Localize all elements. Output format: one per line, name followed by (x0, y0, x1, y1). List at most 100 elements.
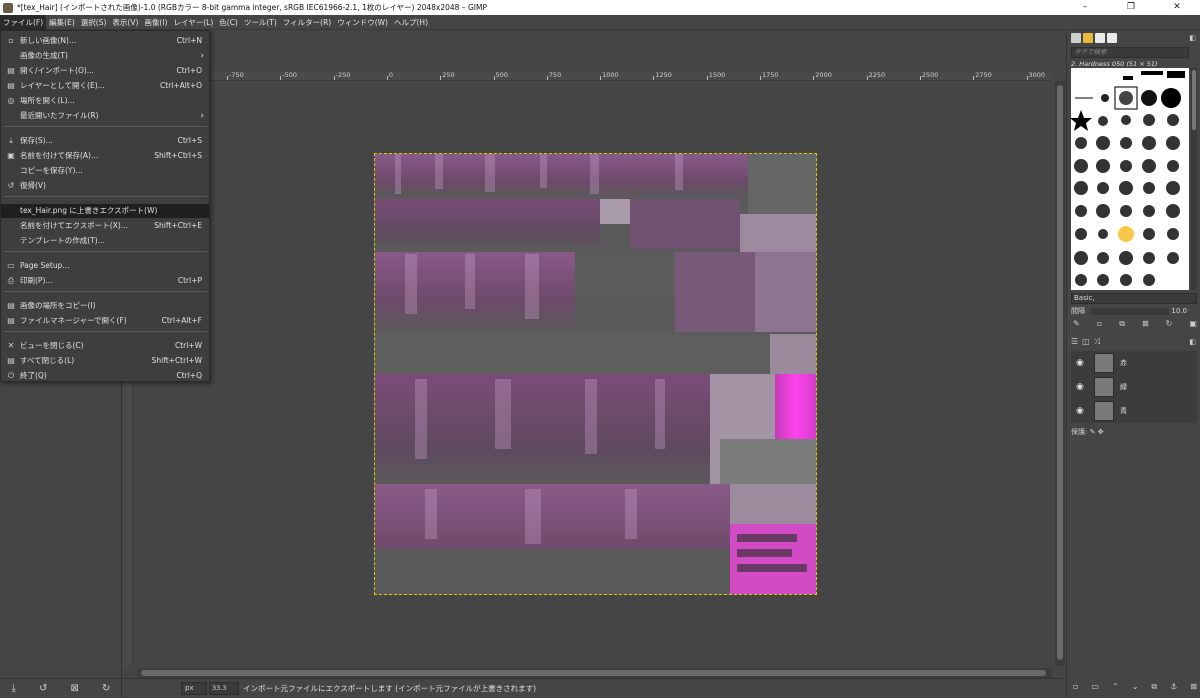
file-menu-item[interactable]: ▣ 名前を付けて保存(A)... Shift+Ctrl+S (1, 149, 209, 163)
ruler-tick (1026, 76, 1028, 80)
horizontal-ruler: -750 -500 -250 0 250 500 750 1000 1250 1500 1750 20… (137, 71, 1052, 81)
menu-edit[interactable]: 編集(E) (46, 15, 78, 30)
delete-layer-icon[interactable]: ⊠ (1190, 682, 1197, 694)
file-menu-item-label: 名前を付けて保存(A)... (20, 151, 99, 160)
file-menu-shortcut: Ctrl+Alt+F (161, 316, 202, 325)
file-menu-item[interactable]: ◎ 場所を開く(L)... (1, 94, 209, 108)
help-tab-icon[interactable] (1107, 33, 1117, 43)
spacing-value[interactable]: 10.0 (1171, 306, 1187, 317)
menu-tools[interactable]: ツール(T) (241, 15, 280, 30)
brush-preset-combo[interactable]: Basic, (1071, 293, 1197, 304)
raise-layer-icon[interactable]: ⌃ (1112, 682, 1119, 694)
visibility-eye-icon[interactable]: ◉ (1076, 382, 1084, 392)
horizontal-scrollbar[interactable] (137, 668, 1052, 678)
file-menu-item[interactable]: コピーを保存(Y)... (1, 164, 209, 178)
new-layer-icon[interactable]: ▫ (1073, 682, 1078, 694)
file-menu-item[interactable]: ▤ 開く/インポート(O)... Ctrl+O (1, 64, 209, 78)
file-menu-item[interactable]: 名前を付けてエクスポート(X)... Shift+Ctrl+E (1, 219, 209, 233)
brush-grid[interactable] (1071, 68, 1189, 290)
spacing-slider[interactable] (1091, 308, 1169, 315)
fonts-tab-icon[interactable] (1095, 33, 1105, 43)
file-menu-item[interactable]: ⎙ 印刷(P)... Ctrl+P (1, 274, 209, 288)
menu-view[interactable]: 表示(V) (109, 15, 141, 30)
lower-layer-icon[interactable]: ⌄ (1132, 682, 1139, 694)
save-tool-preset-icon[interactable]: ⤓ (12, 683, 16, 694)
new-image-icon: ▫ (8, 36, 14, 45)
menu-image[interactable]: 画像(I) (141, 15, 170, 30)
ruler-tick (866, 76, 868, 80)
file-menu-item[interactable]: ▤ レイヤーとして開く(E)... Ctrl+Alt+O (1, 79, 209, 93)
visibility-eye-icon[interactable]: ◉ (1076, 358, 1084, 368)
file-menu-item-label: 名前を付けてエクスポート(X)... (20, 221, 128, 230)
file-menu-item[interactable]: ✕ ビューを閉じる(C) Ctrl+W (1, 339, 209, 353)
duplicate-brush-icon[interactable]: ⧉ (1119, 319, 1125, 331)
file-menu-item[interactable]: テンプレートの作成(T)... (1, 234, 209, 248)
menu-layer[interactable]: レイヤー(L) (170, 15, 216, 30)
menu-file[interactable]: ファイル(F) (0, 14, 47, 30)
ruler-tick-label: 1500 (708, 71, 726, 79)
ruler-tick-label: 250 (442, 71, 455, 79)
open-icon: ▤ (7, 66, 15, 75)
file-menu-item[interactable]: 画像の生成(T) › (1, 49, 209, 63)
layers-dock-menu-icon[interactable]: ◧ (1189, 338, 1196, 346)
vertical-scrollbar[interactable] (1055, 81, 1065, 666)
new-brush-icon[interactable]: ▫ (1097, 319, 1102, 331)
menu-help[interactable]: ヘルプ(H) (391, 15, 431, 30)
image-canvas[interactable] (374, 153, 817, 595)
visibility-eye-icon[interactable]: ◉ (1076, 406, 1084, 416)
zoom-selector[interactable]: 33.3 (209, 682, 239, 695)
file-menu-item[interactable]: ▭ Page Setup... (1, 259, 209, 273)
minimize-button[interactable]: – (1062, 0, 1108, 15)
file-menu-item[interactable]: 最近開いたファイル(R) › (1, 109, 209, 123)
unit-selector[interactable]: px (181, 682, 207, 695)
ruler-tick-label: 1000 (602, 71, 619, 79)
file-menu-item[interactable]: ⏻ 終了(Q) Ctrl+Q (1, 369, 209, 383)
layer-row[interactable]: ◉ 青 (1071, 399, 1197, 423)
file-menu-item[interactable]: ⤓ 保存(S)... Ctrl+S (1, 134, 209, 148)
paths-tab-icon[interactable]: ⤨ (1094, 337, 1100, 349)
brush-as-image-icon[interactable]: ▣ (1189, 319, 1197, 331)
edit-brush-icon[interactable]: ✎ (1073, 319, 1080, 331)
refresh-brushes-icon[interactable]: ↻ (1166, 319, 1173, 331)
lock-pixels-icon[interactable]: ✎ (1090, 428, 1096, 436)
brush-tag-search[interactable]: タグで検索 (1071, 47, 1189, 58)
restore-tool-preset-icon[interactable]: ↺ (39, 683, 47, 694)
file-menu-item[interactable]: ▫ 新しい画像(N)... Ctrl+N (1, 34, 209, 48)
file-menu-item[interactable]: ▤ 画像の場所をコピー(I) (1, 299, 209, 313)
title-bar: *[tex_Hair] (インポートされた画像)-1.0 (RGBカラー 8-b… (0, 0, 1200, 15)
ruler-tick (227, 76, 228, 80)
file-menu-item[interactable]: ↺ 復帰(V) (1, 179, 209, 193)
new-layer-group-icon[interactable]: ▭ (1091, 682, 1099, 694)
layer-row[interactable]: ◉ 赤 (1071, 351, 1197, 375)
file-menu-item[interactable]: ▤ すべて閉じる(L) Shift+Ctrl+W (1, 354, 209, 368)
brush-grid-scrollbar[interactable] (1191, 68, 1197, 290)
anchor-layer-icon[interactable]: ⚓ (1170, 682, 1177, 694)
menu-filters[interactable]: フィルター(R) (280, 15, 334, 30)
file-menu-item[interactable]: ▤ ファイルマネージャーで開く(F) Ctrl+Alt+F (1, 314, 209, 328)
brush-grid-scroll-thumb[interactable] (1192, 70, 1196, 130)
right-dock: ◧ タグで検索 2. Hardness 050 (51 × 51) Basic,… (1066, 31, 1200, 698)
lock-position-icon[interactable]: ✥ (1098, 428, 1104, 436)
file-menu-item[interactable]: tex_Hair.png に上書きエクスポート(W) (1, 204, 209, 218)
channels-tab-icon[interactable]: ◫ (1082, 337, 1090, 349)
close-window-button[interactable]: ✕ (1154, 0, 1200, 15)
vertical-scroll-thumb[interactable] (1057, 85, 1063, 660)
delete-tool-preset-icon[interactable]: ⊠ (71, 683, 79, 694)
menu-colors[interactable]: 色(C) (216, 15, 241, 30)
menu-windows[interactable]: ウィンドウ(W) (334, 15, 391, 30)
ruler-tick (760, 76, 761, 80)
layer-row[interactable]: ◉ 緑 (1071, 375, 1197, 399)
patterns-tab-icon[interactable] (1083, 33, 1093, 43)
ruler-tick (706, 76, 708, 80)
layer-thumbnail (1094, 377, 1114, 397)
brushes-tab-icon[interactable] (1071, 33, 1081, 43)
duplicate-layer-icon[interactable]: ⧉ (1151, 682, 1157, 694)
maximize-button[interactable]: ❐ (1108, 0, 1154, 15)
layers-tab-icon[interactable]: ☰ (1071, 337, 1078, 349)
reset-tool-icon[interactable]: ↻ (102, 683, 110, 694)
file-menu-item-label: ファイルマネージャーで開く(F) (20, 316, 127, 325)
dock-menu-icon[interactable]: ◧ (1189, 34, 1196, 42)
menu-select[interactable]: 選択(S) (78, 15, 110, 30)
delete-brush-icon[interactable]: ⊠ (1142, 319, 1149, 331)
horizontal-scroll-thumb[interactable] (141, 670, 1046, 676)
